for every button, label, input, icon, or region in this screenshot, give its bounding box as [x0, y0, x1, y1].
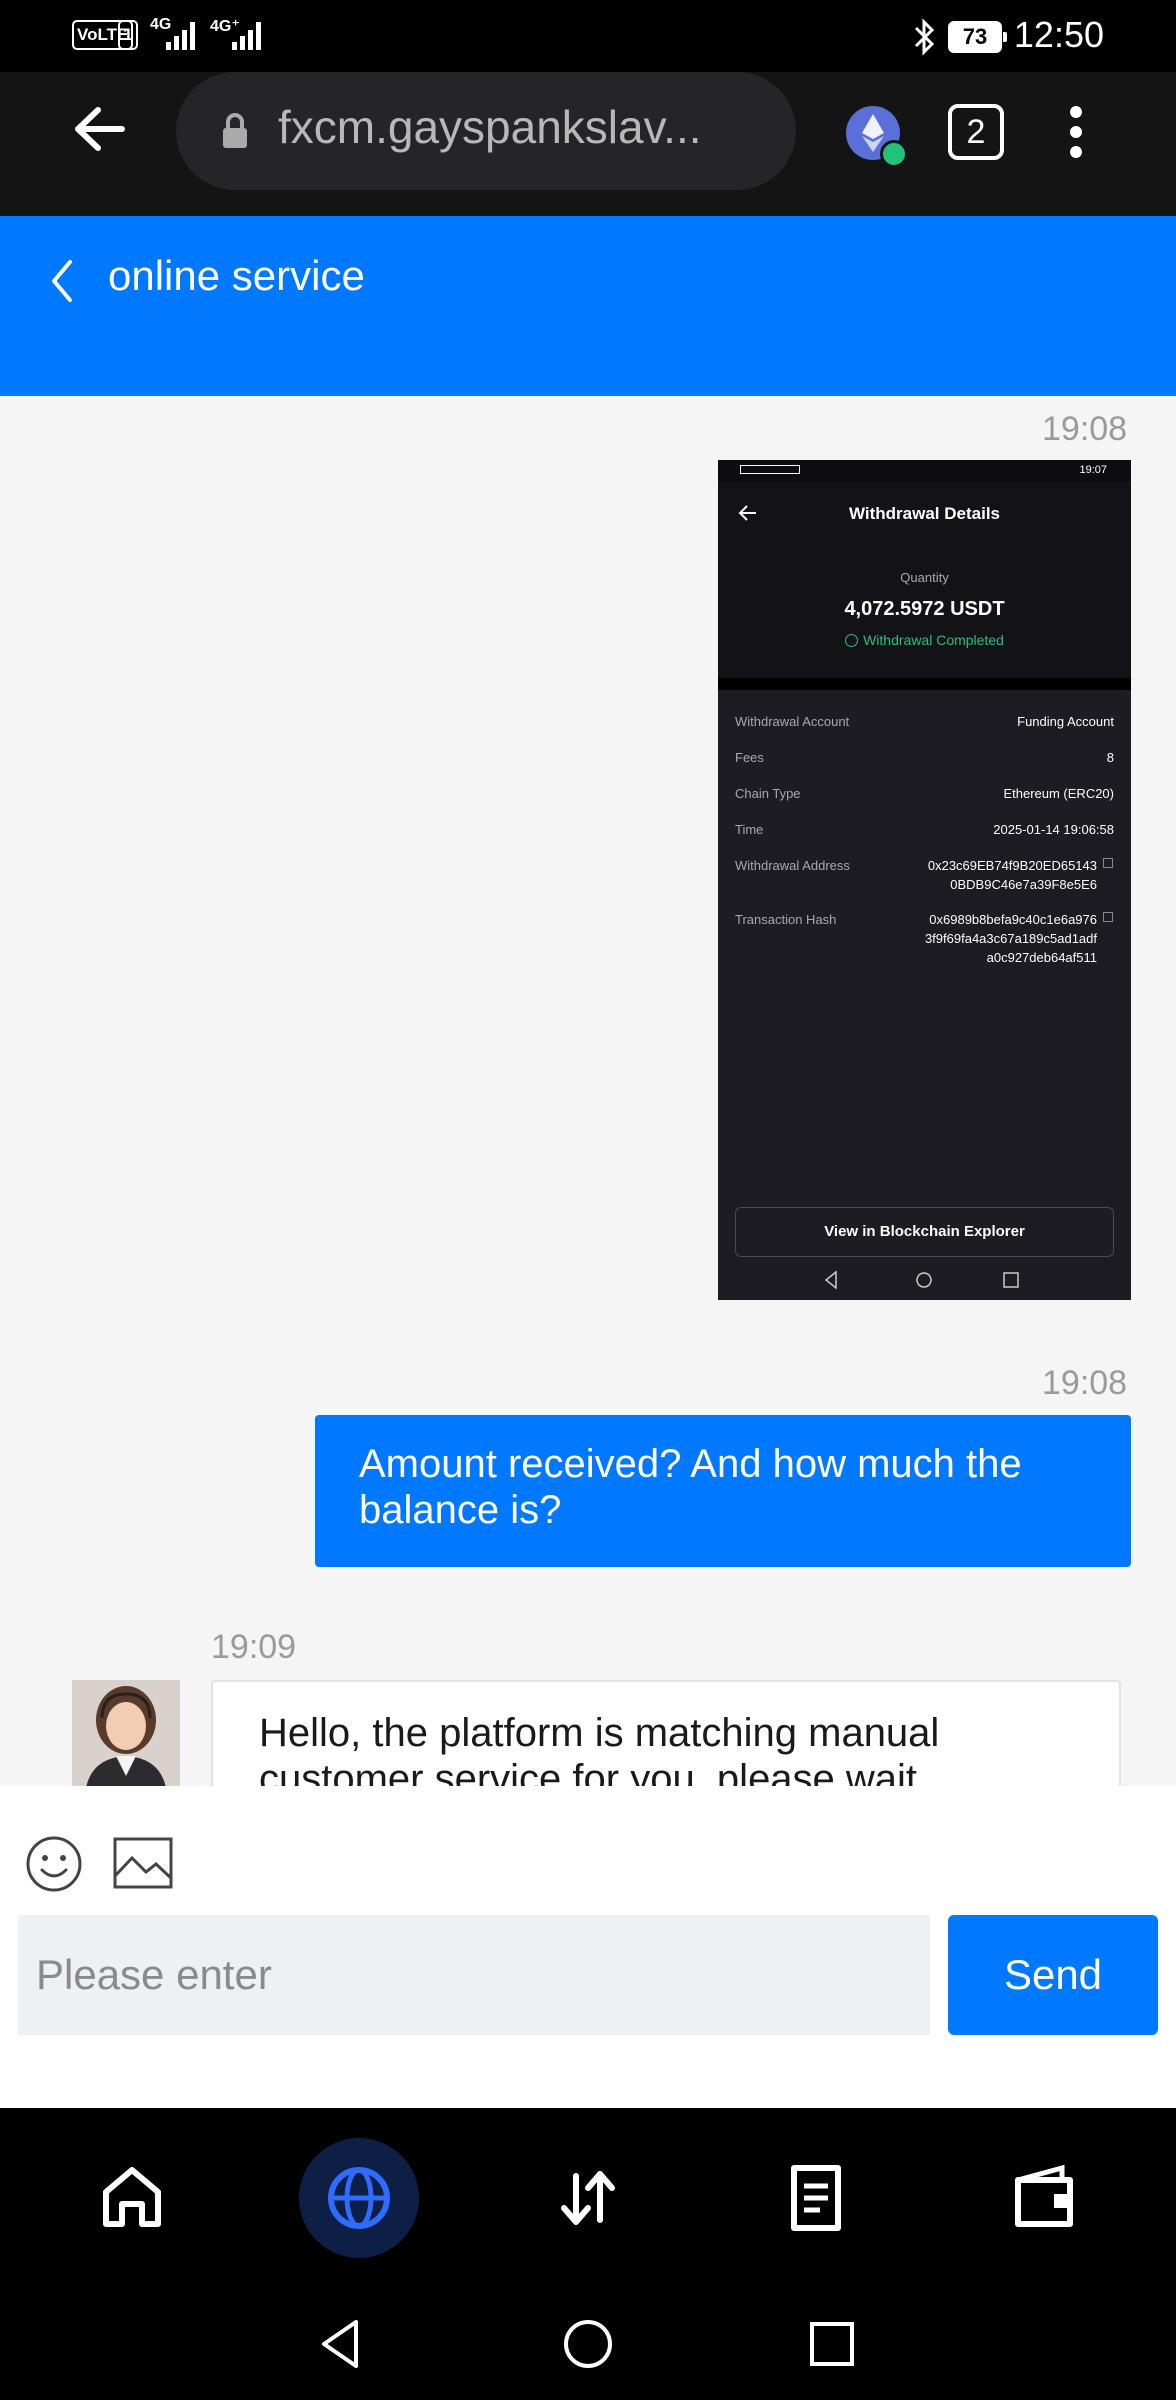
- more-vertical-icon[interactable]: [1064, 102, 1088, 162]
- image-upload-icon[interactable]: [112, 1836, 174, 1890]
- detail-value: 2025-01-14 19:06:58: [993, 822, 1114, 837]
- wallet-icon[interactable]: [984, 2138, 1104, 2258]
- agent-avatar: [72, 1680, 180, 1786]
- send-button[interactable]: Send: [948, 1915, 1158, 2035]
- withdrawal-status-text: Withdrawal Completed: [863, 632, 1004, 648]
- system-home-icon[interactable]: [562, 2318, 614, 2370]
- orders-icon[interactable]: [756, 2138, 876, 2258]
- battery-icon: 73: [948, 21, 1007, 53]
- detail-label: Transaction Hash: [735, 912, 837, 927]
- incoming-message: Hello, the platform is matching manual c…: [211, 1680, 1121, 1786]
- transaction-hash-line: a0c927deb64af511: [986, 950, 1097, 965]
- detail-label: Withdrawal Account: [735, 714, 850, 729]
- message-timestamp: 19:08: [1042, 410, 1128, 448]
- chat-header: online service: [0, 216, 1176, 396]
- url-text: fxcm.gayspankslav...: [278, 101, 702, 153]
- signal-icon: [232, 20, 264, 50]
- screenshot-title: Withdrawal Details: [849, 504, 1000, 523]
- screenshot-system-nav: [824, 1270, 1019, 1290]
- transaction-hash-line: 0x6989b8befa9c40c1e6a976: [929, 912, 1097, 927]
- system-back-icon[interactable]: [316, 2316, 364, 2372]
- system-recents-icon[interactable]: [808, 2320, 856, 2368]
- status-bar: VoLTE 1 4G 4G⁺ 73 12:50: [0, 0, 1176, 72]
- copy-icon: [1103, 858, 1113, 868]
- globe-icon[interactable]: [299, 2138, 419, 2258]
- emoji-icon[interactable]: [24, 1834, 84, 1894]
- chevron-left-icon[interactable]: [46, 256, 76, 306]
- browser-toolbar: fxcm.gayspankslav... 2: [0, 72, 1176, 216]
- ethereum-icon[interactable]: [846, 106, 908, 168]
- home-icon[interactable]: [72, 2138, 192, 2258]
- battery-level: 73: [962, 24, 988, 49]
- screenshot-header: 19:07 Withdrawal Details Quantity 4,072.…: [718, 460, 1131, 678]
- withdrawal-status: Withdrawal Completed: [718, 632, 1131, 648]
- blockchain-explorer-button: View in Blockchain Explorer: [735, 1207, 1114, 1257]
- status-time: 12:50: [1013, 14, 1104, 55]
- message-composer: Send: [0, 1786, 1176, 2108]
- image-message[interactable]: 19:07 Withdrawal Details Quantity 4,072.…: [718, 460, 1131, 1300]
- withdrawal-address-line: 0x23c69EB74f9B20ED65143: [927, 858, 1097, 873]
- message-timestamp: 19:09: [211, 1628, 297, 1666]
- detail-label: Time: [735, 822, 764, 837]
- outgoing-message: Amount received? And how much the balanc…: [315, 1415, 1131, 1567]
- page-title: online service: [108, 252, 365, 299]
- detail-value: Funding Account: [1017, 714, 1114, 729]
- sim-badge: 1: [118, 20, 138, 50]
- detail-value: 8: [1106, 750, 1114, 765]
- system-navigation: [0, 2288, 1176, 2400]
- chat-messages[interactable]: 19:08 19:07 Withdrawal Details Quantity …: [0, 396, 1176, 1786]
- transaction-hash-line: 3f9f69fa4a3c67a189c5ad1adf: [924, 931, 1097, 946]
- copy-icon: [1103, 912, 1113, 922]
- lock-icon: [223, 113, 247, 148]
- message-timestamp: 19:08: [1042, 1364, 1128, 1402]
- detail-label: Fees: [735, 750, 764, 765]
- url-bar[interactable]: fxcm.gayspankslav...: [176, 72, 796, 190]
- quantity-value: 4,072.5972 USDT: [844, 598, 1005, 620]
- transfer-icon[interactable]: [528, 2138, 648, 2258]
- detail-label: Withdrawal Address: [735, 858, 850, 873]
- detail-label: Chain Type: [735, 786, 801, 801]
- back-arrow-icon[interactable]: [70, 102, 130, 156]
- quantity-label: Quantity: [900, 570, 949, 585]
- tab-count-button[interactable]: 2: [948, 104, 1004, 160]
- withdrawal-address-line: 0BDB9C46e7a39F8e5E6: [950, 877, 1097, 892]
- message-input[interactable]: [18, 1915, 930, 2035]
- signal-icon: [166, 20, 198, 50]
- detail-value: Ethereum (ERC20): [1003, 786, 1114, 801]
- bottom-navigation: [0, 2108, 1176, 2288]
- screenshot-status-bar: 19:07: [718, 460, 1131, 482]
- check-circle-icon: [845, 634, 859, 647]
- screenshot-status-time: 19:07: [1079, 464, 1107, 476]
- bluetooth-icon: [914, 18, 935, 56]
